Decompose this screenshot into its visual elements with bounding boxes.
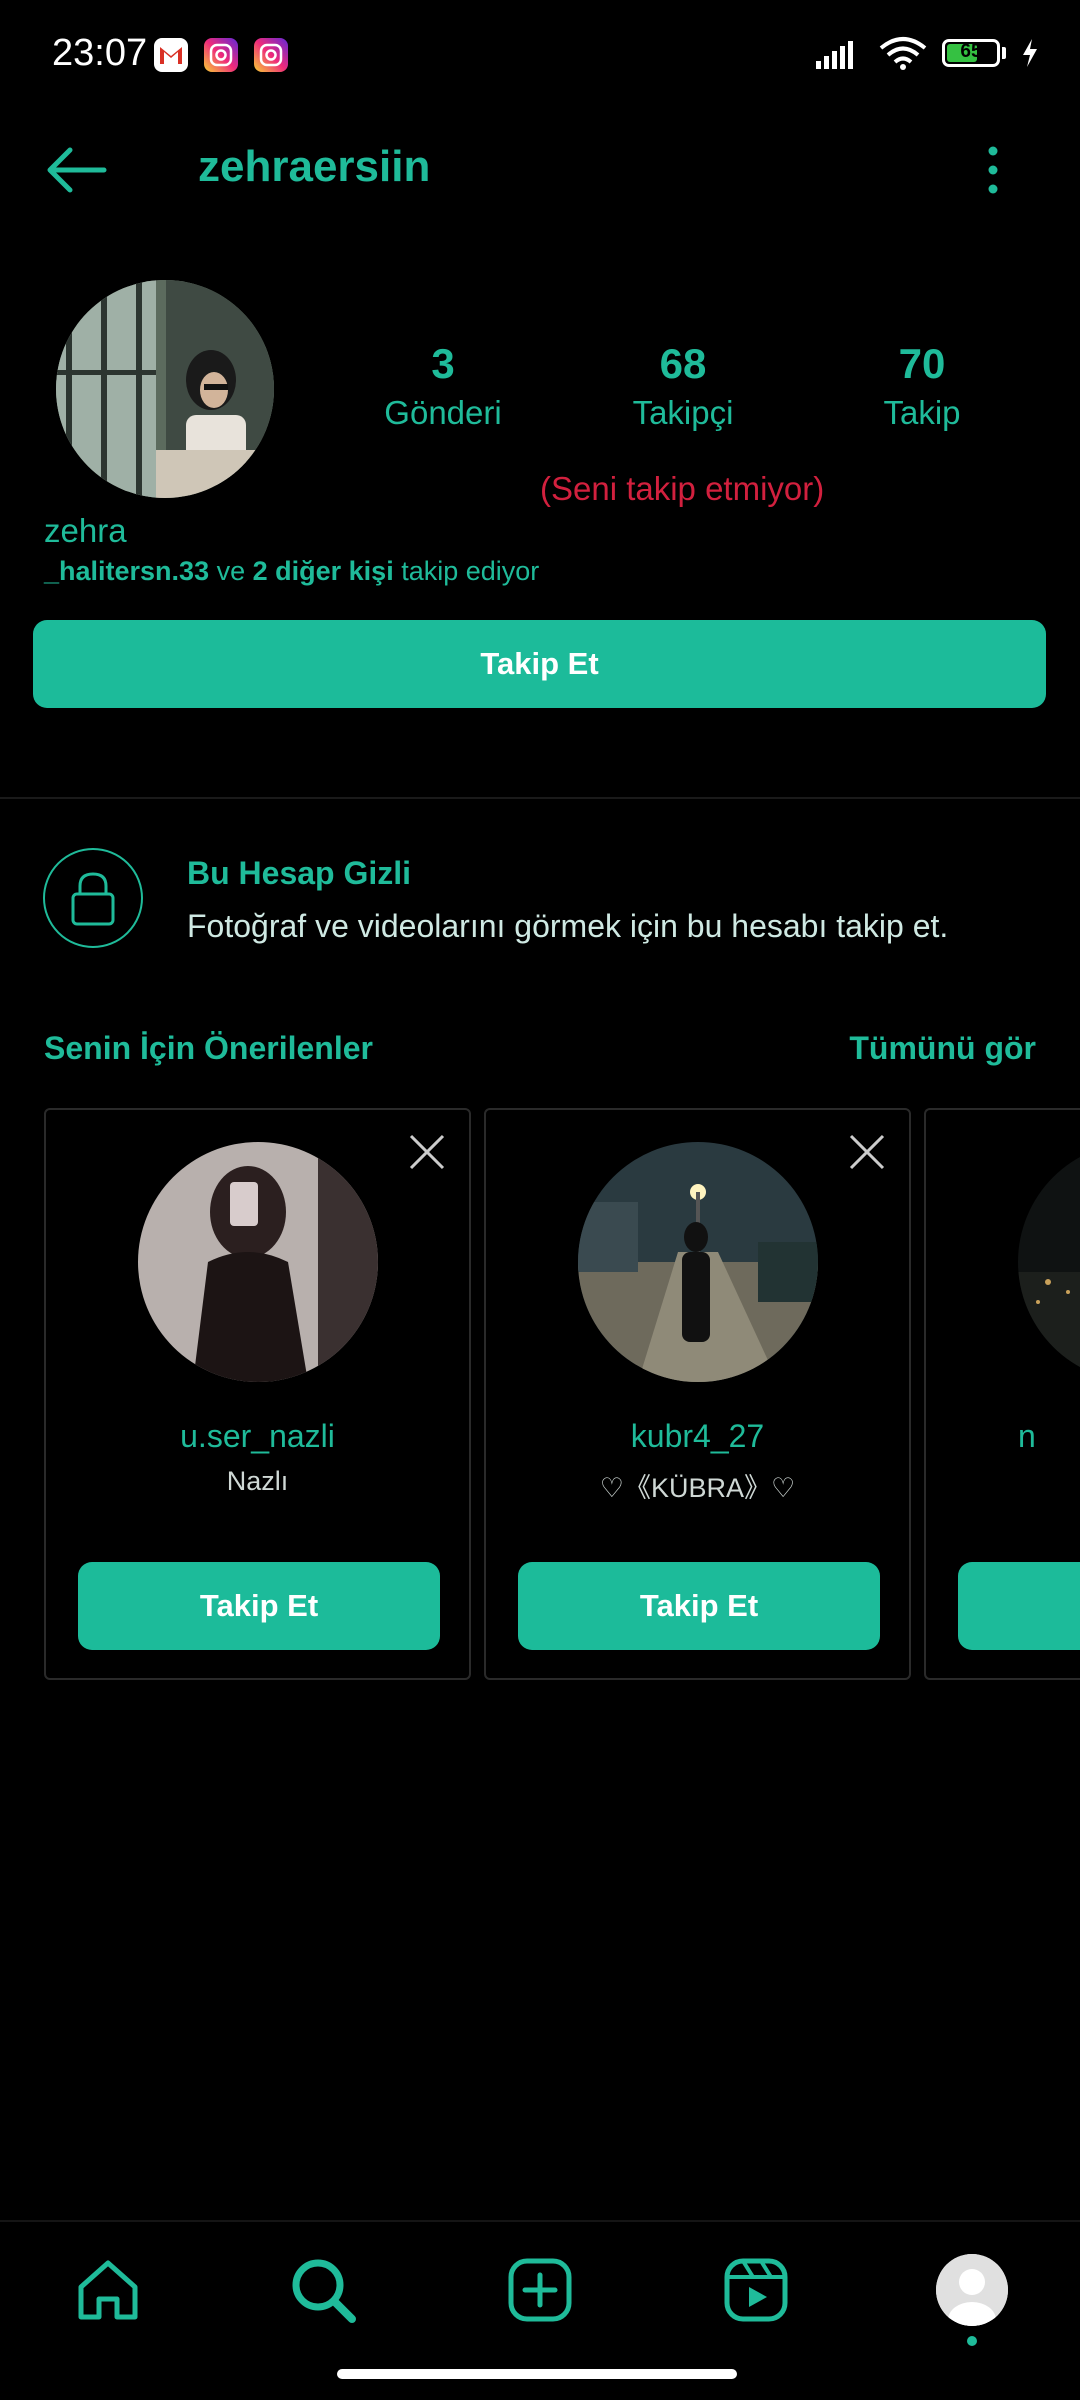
wifi-icon [879,37,927,70]
suggestion-follow-button[interactable] [958,1562,1080,1650]
home-icon[interactable] [73,2255,143,2325]
charging-icon [1023,39,1037,67]
stat-following-label: Takip [883,394,961,431]
lock-icon [43,848,143,948]
signal-icon [816,41,853,69]
suggestion-avatar[interactable] [138,1142,378,1382]
stat-posts[interactable]: 3 Gönderi [343,340,543,432]
suggestion-username[interactable]: u.ser_nazli [46,1418,469,1455]
stat-following-value: 70 [898,340,946,387]
stat-following[interactable]: 70 Takip [822,340,1022,432]
reels-icon[interactable] [721,2255,791,2325]
more-vertical-icon[interactable] [975,140,1011,200]
back-arrow-icon[interactable] [42,140,112,200]
instagram-icon [254,38,288,72]
page-title: zehraersiin [198,142,431,191]
suggestion-card: kubr4_27 ♡《KÜBRA》♡ Takip Et [484,1108,911,1680]
search-icon[interactable] [288,2255,358,2325]
active-indicator [967,2336,977,2346]
followed-by-others: 2 diğer kişi [252,556,394,586]
suggestion-card: n [924,1108,1080,1680]
status-time: 23:07 [52,32,148,74]
battery-icon: 65 [942,39,1000,67]
followed-by-user: _halitersn.33 [44,556,210,586]
followed-by-suffix: takip ediyor [393,556,540,586]
stat-followers-value: 68 [659,340,707,387]
followed-by-and: ve [209,556,253,586]
stat-followers-label: Takipçi [632,394,734,431]
stat-posts-value: 3 [431,340,455,387]
follow-button[interactable]: Takip Et [33,620,1046,708]
divider [0,797,1080,799]
display-name: zehra [44,512,127,549]
private-account-title: Bu Hesap Gizli [187,855,412,891]
close-icon[interactable] [407,1132,447,1172]
suggestion-avatar[interactable] [1018,1142,1080,1382]
profile-avatar[interactable] [56,280,274,498]
followed-by-text[interactable]: _halitersn.33 ve 2 diğer kişi takip ediy… [44,556,539,587]
stat-posts-label: Gönderi [384,394,502,431]
not-following-note: (Seni takip etmiyor) [540,470,825,507]
suggestion-name: ♡《KÜBRA》♡ [599,1473,796,1503]
profile-avatar[interactable] [936,2254,1008,2326]
suggestion-follow-button[interactable]: Takip Et [518,1562,880,1650]
see-all-link[interactable]: Tümünü gör [849,1030,1036,1067]
close-icon[interactable] [847,1132,887,1172]
home-indicator[interactable] [337,2369,737,2379]
suggestion-avatar[interactable] [578,1142,818,1382]
status-indicators: 65 [814,36,1040,70]
nav-divider [0,2220,1080,2222]
add-post-icon[interactable] [505,2255,575,2325]
suggestion-name: Nazlı [226,1466,289,1496]
suggestion-card: u.ser_nazli Nazlı Takip Et [44,1108,471,1680]
instagram-icon [204,38,238,72]
battery-level: 65 [960,41,982,62]
gmail-icon [154,38,188,72]
stat-followers[interactable]: 68 Takipçi [583,340,783,432]
suggestions-title: Senin İçin Önerilenler [44,1030,373,1066]
suggestion-follow-button[interactable]: Takip Et [78,1562,440,1650]
suggestion-username[interactable]: n [1018,1418,1036,1455]
private-account-description: Fotoğraf ve videolarını görmek için bu h… [187,908,949,944]
suggestion-username[interactable]: kubr4_27 [486,1418,909,1455]
